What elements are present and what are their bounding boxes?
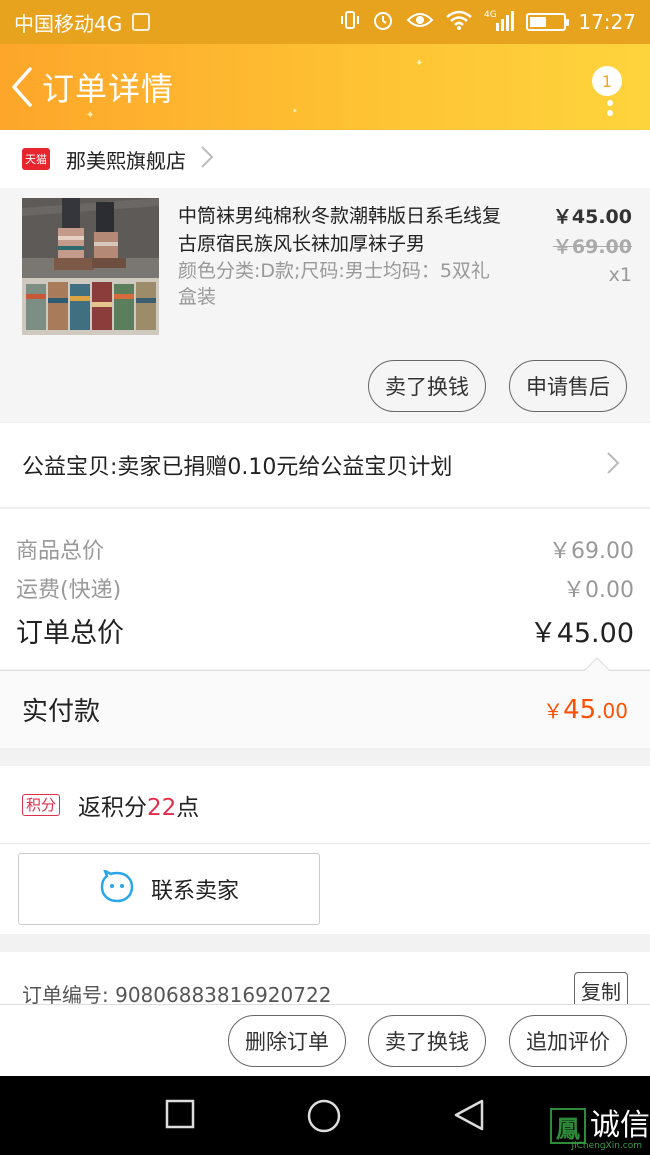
more-menu-button[interactable]: 1 bbox=[588, 58, 628, 118]
product-image[interactable] bbox=[22, 198, 159, 335]
clock: 17:27 bbox=[578, 10, 636, 34]
tmall-icon: 天猫 bbox=[22, 148, 50, 170]
shipping-row: 运费(快递) ￥0.00 bbox=[16, 572, 634, 604]
page-title: 订单详情 bbox=[42, 70, 175, 108]
shipping-value: ￥0.00 bbox=[563, 578, 634, 603]
watermark-logo: 鳳 bbox=[550, 1108, 586, 1144]
contact-seller-label: 联系卖家 bbox=[150, 879, 239, 904]
product-title[interactable]: 中筒袜男纯棉秋冬款潮韩版日系毛线复古原宿民族风长袜加厚袜子男 bbox=[178, 202, 508, 258]
alarm-icon bbox=[372, 9, 394, 35]
contact-seller-button[interactable]: 联系卖家 bbox=[18, 853, 320, 925]
shipping-label: 运费(快递) bbox=[16, 578, 122, 603]
product-quantity: x1 bbox=[608, 264, 632, 286]
paid-amount-integer: 45 bbox=[563, 694, 597, 725]
product-card[interactable]: 中筒袜男纯棉秋冬款潮韩版日系毛线复古原宿民族风长袜加厚袜子男 颜色分类:D款;尺… bbox=[0, 188, 650, 422]
product-spec: 颜色分类:D款;尺码:男士均码：5双礼盒装 bbox=[178, 260, 490, 308]
actual-paid-row: 实付款 ￥45.00 bbox=[0, 657, 650, 748]
goods-total-label: 商品总价 bbox=[16, 539, 105, 564]
sparkle-decoration: ✦ bbox=[415, 58, 424, 69]
more-dot bbox=[607, 100, 613, 106]
bottom-action-bar: 删除订单 卖了换钱 追加评价 bbox=[0, 1004, 650, 1076]
status-bar: 中国移动4G 4G 17:27 bbox=[0, 0, 650, 44]
more-dot bbox=[607, 110, 613, 116]
watermark: 鳳 诚信 bbox=[550, 1100, 650, 1144]
points-tag: 积分 bbox=[22, 793, 61, 816]
paid-amount-decimal: .00 bbox=[596, 698, 628, 723]
delete-order-button[interactable]: 删除订单 bbox=[228, 1015, 346, 1067]
battery-icon bbox=[526, 13, 570, 31]
sell-for-cash-button[interactable]: 卖了换钱 bbox=[368, 1015, 486, 1067]
sparkle-decoration: • bbox=[292, 106, 298, 117]
goods-total-value: ￥69.00 bbox=[549, 539, 634, 564]
watermark-url: JiChengXin.com bbox=[571, 1141, 642, 1151]
charity-row[interactable]: 公益宝贝:卖家已捐赠0.10元给公益宝贝计划 bbox=[0, 422, 650, 508]
actual-paid-label: 实付款 bbox=[22, 697, 101, 727]
carrier-label: 中国移动4G bbox=[14, 11, 123, 36]
chevron-right-icon bbox=[200, 145, 214, 173]
back-triangle-icon[interactable] bbox=[452, 1098, 486, 1136]
points-value: 22 bbox=[147, 794, 177, 821]
sparkle-decoration: ✦ bbox=[86, 110, 95, 121]
back-arrow-icon[interactable] bbox=[2, 44, 42, 130]
shop-row[interactable]: 天猫 那美熙旗舰店 bbox=[0, 130, 650, 188]
recent-apps-icon[interactable] bbox=[164, 1098, 196, 1134]
message-badge: 1 bbox=[592, 66, 622, 96]
gallery-notification-icon bbox=[132, 13, 151, 31]
paid-currency: ￥ bbox=[543, 698, 564, 723]
add-review-button[interactable]: 追加评价 bbox=[509, 1015, 627, 1067]
points-row: 积分 返积分22点 bbox=[0, 766, 650, 844]
chat-bubble-icon bbox=[99, 868, 135, 908]
copy-button[interactable]: 复制 bbox=[574, 972, 628, 1008]
eye-icon bbox=[406, 11, 434, 33]
order-total-value: ￥45.00 bbox=[529, 618, 634, 649]
order-info: 订单编号: 90806883816920722 复制 bbox=[0, 952, 650, 1012]
points-suffix: 点 bbox=[176, 794, 200, 821]
product-price: ￥45.00 bbox=[552, 206, 632, 228]
request-aftersale-button[interactable]: 申请售后 bbox=[509, 360, 627, 412]
order-total-label: 订单总价 bbox=[16, 618, 124, 649]
chevron-right-icon bbox=[606, 451, 620, 479]
shop-name: 那美熙旗舰店 bbox=[66, 148, 186, 173]
signal-icon: 4G bbox=[484, 9, 515, 35]
points-prefix: 返积分 bbox=[78, 794, 148, 821]
price-summary: 商品总价 ￥69.00 运费(快递) ￥0.00 订单总价 ￥45.00 bbox=[0, 509, 650, 669]
svg-text:4G: 4G bbox=[484, 10, 497, 20]
actual-paid-amount: ￥45.00 bbox=[543, 695, 628, 725]
watermark-text: 诚信 bbox=[590, 1108, 650, 1143]
charity-text: 公益宝贝:卖家已捐赠0.10元给公益宝贝计划 bbox=[22, 455, 453, 480]
sell-for-cash-button[interactable]: 卖了换钱 bbox=[368, 360, 486, 412]
wifi-icon bbox=[446, 10, 473, 34]
product-original-price: ￥69.00 bbox=[552, 236, 632, 258]
home-icon[interactable] bbox=[306, 1098, 342, 1138]
points-text: 返积分22点 bbox=[78, 788, 199, 822]
vibrate-icon bbox=[340, 10, 360, 34]
contact-area: 联系卖家 bbox=[0, 844, 650, 934]
header: ✦ ✦ • 订单详情 1 bbox=[0, 44, 650, 130]
goods-total-row: 商品总价 ￥69.00 bbox=[16, 533, 634, 565]
order-total-row: 订单总价 ￥45.00 bbox=[16, 611, 634, 650]
